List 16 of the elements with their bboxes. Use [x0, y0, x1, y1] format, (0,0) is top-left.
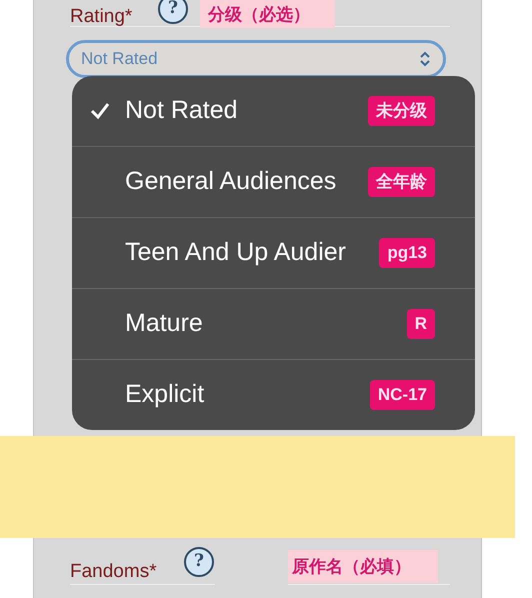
- chevron-icon: [419, 51, 431, 67]
- menu-item[interactable]: Teen And Up Audier pg13: [72, 217, 475, 288]
- menu-item[interactable]: Explicit NC-17: [72, 359, 475, 430]
- annotation-badge: 全年龄: [368, 167, 435, 197]
- annotation-label: 原作名（必填）: [288, 550, 438, 583]
- menu-item[interactable]: General Audiences 全年龄: [72, 146, 475, 217]
- field-label: Rating*: [70, 5, 132, 29]
- field-label: Fandoms*: [70, 560, 157, 584]
- annotation-badge: R: [406, 309, 435, 339]
- menu-item[interactable]: Mature R: [72, 288, 475, 359]
- annotation-badge: 未分级: [368, 96, 435, 126]
- annotation-badge: NC-17: [370, 380, 435, 410]
- annotation-badge: pg13: [379, 238, 435, 268]
- annotation-label: 分级（必选）: [200, 0, 335, 28]
- menu-item[interactable]: Not Rated 未分级: [72, 76, 475, 146]
- checkmark-icon: [90, 102, 110, 120]
